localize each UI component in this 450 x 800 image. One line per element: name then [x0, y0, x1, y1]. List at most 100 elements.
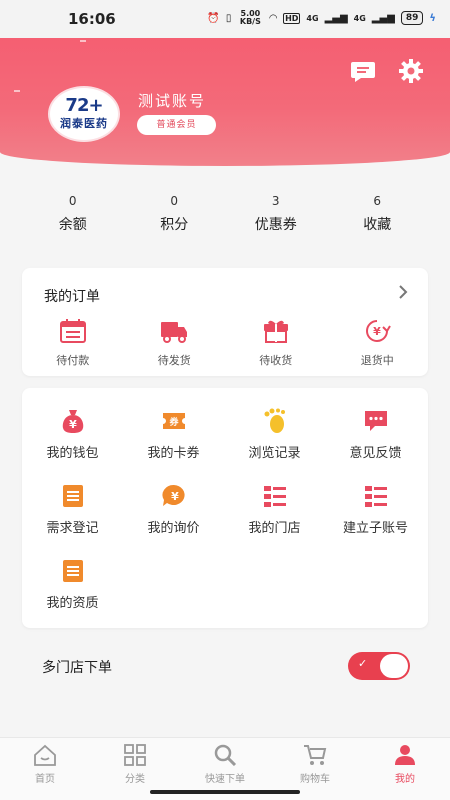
list-icon [263, 486, 286, 507]
tool-label: 需求登记 [46, 521, 99, 536]
coupon-icon: 券 [162, 413, 185, 429]
signal-label-2: 4G [353, 13, 366, 23]
tool-wallet[interactable]: ¥ 我的钱包 [22, 408, 123, 461]
stat-value: 0 [68, 194, 77, 208]
order-pending-receipt[interactable]: 待收货 [225, 318, 327, 368]
order-status-row: 待付款 待发货 待收货 ¥ 退货中 [22, 318, 428, 368]
user-icon [395, 745, 415, 765]
footprint-icon [264, 408, 285, 433]
document-icon [62, 560, 83, 582]
wifi-icon: ◠ [269, 12, 278, 24]
tool-my-inquiries[interactable]: ¥ 我的询价 [123, 483, 224, 536]
tool-label: 我的卡券 [147, 446, 200, 461]
svg-text:¥: ¥ [171, 490, 179, 503]
tab-label: 分类 [125, 774, 145, 785]
document-icon [62, 485, 83, 507]
logo-text: 润泰医药 [60, 117, 108, 130]
tool-label: 我的门店 [248, 521, 301, 536]
gear-icon [399, 59, 423, 83]
tool-label: 我的询价 [147, 521, 200, 536]
member-level-badge: 普通会员 [137, 115, 216, 135]
order-returning[interactable]: ¥ 退货中 [327, 318, 429, 368]
tool-label: 我的资质 [46, 596, 99, 611]
grid-icon [124, 744, 146, 766]
tools-card: ¥ 我的钱包 券 我的卡券 浏览记录 意见反馈 需求登记 ¥ 我的询价 我的门店… [22, 388, 428, 628]
orders-card: 我的订单 待付款 待发货 待收货 ¥ 退货中 [22, 268, 428, 376]
list-icon [364, 486, 387, 507]
order-pending-payment[interactable]: 待付款 [22, 318, 124, 368]
tab-label: 我的 [395, 774, 415, 785]
tool-browse-history[interactable]: 浏览记录 [224, 408, 325, 461]
status-bar: 16:06 ⏰ ▯ 5.00 KB/S ◠ HD 4G ▂▄▆ 4G ▂▄▆ 8… [0, 0, 450, 38]
account-name: 测试账号 [138, 92, 207, 110]
tool-my-qualifications[interactable]: 我的资质 [22, 558, 123, 611]
tool-feedback[interactable]: 意见反馈 [325, 408, 426, 461]
search-icon [214, 744, 237, 766]
svg-text:¥: ¥ [69, 418, 77, 431]
svg-text:¥: ¥ [373, 325, 381, 338]
charging-icon: ϟ [429, 12, 436, 24]
tool-label: 我的钱包 [46, 446, 99, 461]
stat-label: 收藏 [363, 217, 392, 233]
stat-favorites[interactable]: 6 收藏 [327, 184, 429, 244]
tab-home[interactable]: 首页 [0, 738, 90, 800]
calendar-icon [59, 319, 86, 343]
message-icon [351, 62, 375, 82]
company-logo[interactable]: 72+ 润泰医药 [48, 86, 120, 142]
vibrate-icon: ▯ [225, 12, 232, 24]
tab-label: 购物车 [300, 774, 330, 785]
stat-label: 积分 [160, 217, 189, 233]
stat-label: 优惠券 [254, 217, 297, 233]
home-indicator[interactable] [150, 790, 300, 794]
stat-balance[interactable]: 0 余额 [22, 184, 124, 244]
hd-badge: HD [283, 12, 301, 24]
order-item-label: 退货中 [360, 354, 394, 367]
tool-create-sub-account[interactable]: 建立子账号 [325, 483, 426, 536]
stat-value: 0 [170, 194, 179, 208]
toggle-knob [380, 654, 408, 678]
signal-label-1: 4G [306, 13, 319, 23]
yuan-speech-icon: ¥ [162, 484, 185, 506]
tab-label: 首页 [35, 774, 55, 785]
home-icon [34, 744, 56, 766]
order-item-label: 待发货 [157, 354, 191, 367]
cart-icon [304, 745, 327, 765]
message-button[interactable] [350, 58, 376, 84]
status-time: 16:06 [68, 10, 116, 28]
tab-label: 快速下单 [205, 774, 245, 785]
money-bag-icon: ¥ [62, 410, 83, 433]
order-item-label: 待收货 [259, 354, 293, 367]
tool-label: 建立子账号 [342, 521, 408, 536]
tool-label: 意见反馈 [349, 446, 402, 461]
chevron-right-icon[interactable] [398, 284, 408, 303]
decor-dash [80, 40, 86, 42]
tab-profile[interactable]: 我的 [360, 738, 450, 800]
tool-label: 浏览记录 [248, 446, 301, 461]
stat-value: 6 [373, 194, 382, 208]
gift-box-icon [263, 320, 288, 343]
stat-label: 余额 [58, 217, 87, 233]
stat-points[interactable]: 0 积分 [124, 184, 226, 244]
signal-icon: ▂▄▆ [371, 12, 395, 24]
order-pending-shipment[interactable]: 待发货 [124, 318, 226, 368]
decor-dash [14, 90, 20, 92]
status-icons: ⏰ ▯ 5.00 KB/S ◠ HD 4G ▂▄▆ 4G ▂▄▆ 89 ϟ [207, 10, 436, 26]
signal-icon: ▂▄▆ [324, 12, 348, 24]
stat-coupons[interactable]: 3 优惠券 [225, 184, 327, 244]
svg-text:券: 券 [168, 416, 179, 428]
truck-icon [161, 322, 188, 343]
net-speed: 5.00 KB/S [239, 9, 261, 26]
orders-title[interactable]: 我的订单 [44, 286, 100, 306]
tool-my-stores[interactable]: 我的门店 [224, 483, 325, 536]
check-icon: ✓ [358, 657, 368, 670]
settings-button[interactable] [398, 58, 424, 84]
chat-bubble-icon [364, 411, 387, 431]
stat-value: 3 [271, 194, 280, 208]
logo-mark: 72+ [65, 95, 103, 116]
multi-store-toggle[interactable]: ✓ [348, 652, 410, 680]
yuan-return-icon: ¥ [366, 320, 392, 342]
tool-requirement-registration[interactable]: 需求登记 [22, 483, 123, 536]
battery-indicator: 89 [400, 11, 424, 25]
account-stats: 0 余额 0 积分 3 优惠券 6 收藏 [22, 184, 428, 244]
tool-card-coupons[interactable]: 券 我的卡券 [123, 408, 224, 461]
